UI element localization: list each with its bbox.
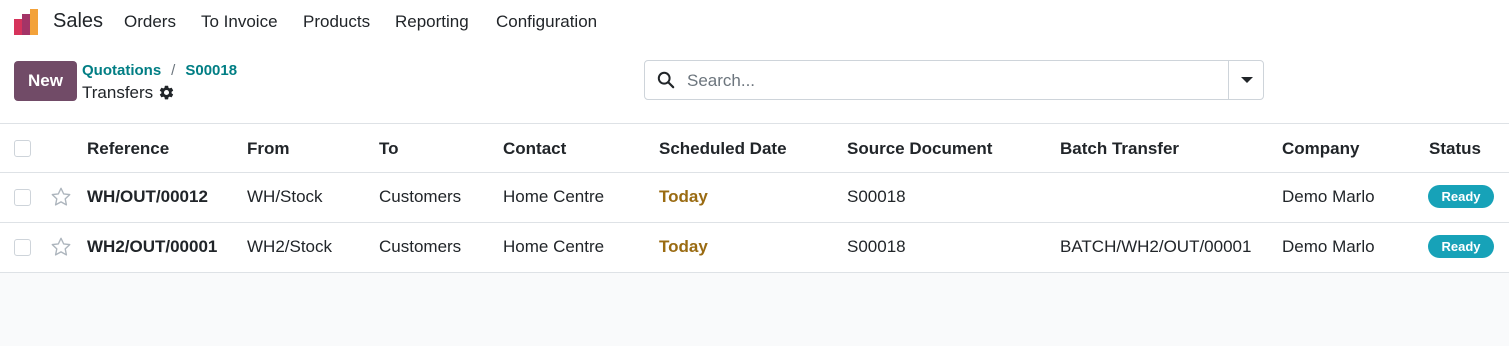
column-header-to[interactable]: To (379, 139, 399, 159)
menu-to-invoice[interactable]: To Invoice (201, 12, 278, 32)
search-bar (644, 60, 1264, 100)
column-header-company[interactable]: Company (1282, 139, 1359, 159)
cell-source-document: S00018 (847, 187, 906, 206)
breadcrumb-quotations[interactable]: Quotations (82, 62, 161, 79)
cell-to: Customers (379, 187, 462, 206)
sales-app-icon[interactable] (12, 7, 42, 37)
select-all-checkbox[interactable] (14, 140, 31, 157)
app-name[interactable]: Sales (53, 10, 103, 33)
menu-reporting[interactable]: Reporting (395, 12, 469, 32)
breadcrumb-order[interactable]: S00018 (185, 62, 237, 79)
cell-from: WH2/Stock (247, 237, 333, 256)
column-header-contact[interactable]: Contact (503, 139, 566, 159)
menu-configuration[interactable]: Configuration (496, 12, 597, 32)
row-checkbox[interactable] (14, 239, 31, 256)
caret-down-icon (1241, 77, 1253, 83)
table-row[interactable]: WH/OUT/00012 WH/Stock Customers Home Cen… (0, 173, 1509, 223)
column-header-status[interactable]: Status (1429, 139, 1481, 159)
cell-from: WH/Stock (247, 187, 323, 206)
star-icon[interactable] (50, 186, 72, 208)
cell-contact: Home Centre (503, 237, 605, 256)
control-panel: New Quotations / S00018 Transfers (0, 44, 1509, 123)
status-badge: Ready (1428, 185, 1494, 208)
menu-orders[interactable]: Orders (124, 12, 176, 32)
breadcrumb: Quotations / S00018 (82, 62, 237, 79)
status-badge: Ready (1428, 235, 1494, 258)
search-options-toggle[interactable] (1229, 61, 1263, 99)
column-header-reference[interactable]: Reference (87, 139, 169, 159)
cell-reference: WH2/OUT/00001 (87, 237, 218, 256)
cell-batch-transfer: BATCH/WH2/OUT/00001 (1060, 237, 1252, 256)
breadcrumb-separator: / (171, 62, 176, 79)
column-header-scheduled-date[interactable]: Scheduled Date (659, 139, 787, 159)
search-icon (657, 71, 675, 89)
gear-icon[interactable] (158, 84, 175, 101)
cell-company: Demo Marlo (1282, 187, 1375, 206)
table-header: Reference From To Contact Scheduled Date… (0, 123, 1509, 173)
menu-products[interactable]: Products (303, 12, 370, 32)
cell-scheduled-date: Today (659, 237, 708, 256)
column-header-batch-transfer[interactable]: Batch Transfer (1060, 139, 1179, 159)
cell-contact: Home Centre (503, 187, 605, 206)
top-navbar: Sales Orders To Invoice Products Reporti… (0, 0, 1509, 44)
cell-to: Customers (379, 237, 462, 256)
column-header-source-document[interactable]: Source Document (847, 139, 992, 159)
new-button[interactable]: New (14, 61, 77, 101)
table-row[interactable]: WH2/OUT/00001 WH2/Stock Customers Home C… (0, 223, 1509, 273)
cell-company: Demo Marlo (1282, 237, 1375, 256)
cell-source-document: S00018 (847, 237, 906, 256)
page-title: Transfers (82, 83, 154, 102)
search-input[interactable] (685, 67, 1229, 95)
star-icon[interactable] (50, 236, 72, 258)
cell-scheduled-date: Today (659, 187, 708, 206)
cell-reference: WH/OUT/00012 (87, 187, 208, 206)
column-header-from[interactable]: From (247, 139, 290, 159)
row-checkbox[interactable] (14, 189, 31, 206)
